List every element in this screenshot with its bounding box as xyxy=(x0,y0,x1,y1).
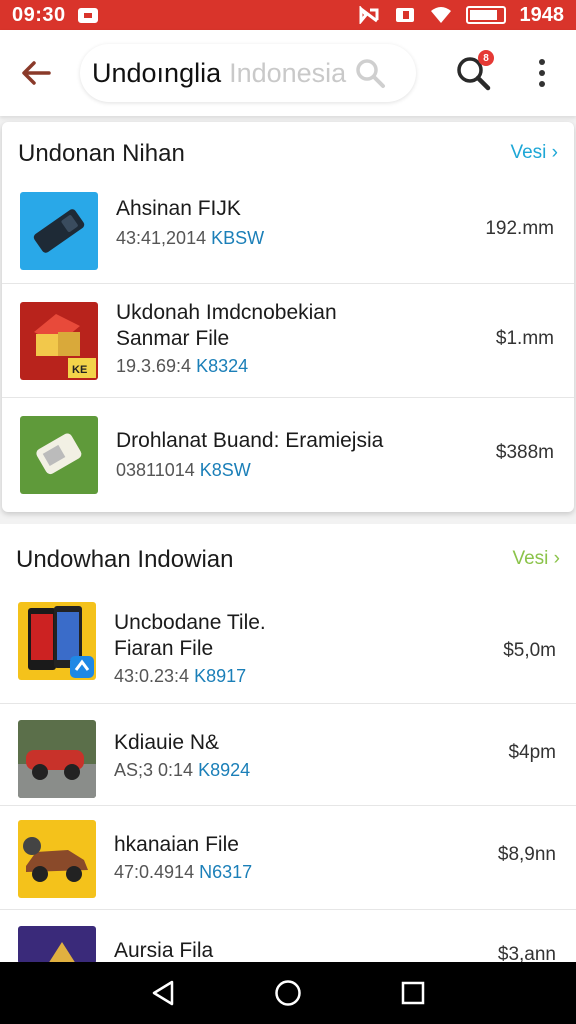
item-size: $8,9nn xyxy=(497,844,556,865)
back-arrow-icon xyxy=(22,61,51,85)
message-icon xyxy=(77,7,98,23)
item-meta: 43:0.23:4 K8917 xyxy=(114,666,247,686)
item-meta: 43:41,2014 KBSW xyxy=(116,228,265,248)
svg-text:KE: KE xyxy=(72,364,87,376)
item-meta: 19.3.69:4 K8324 xyxy=(116,356,249,376)
file-thumbnail xyxy=(20,416,98,494)
list-item[interactable]: Uncbodane Tile. Fiaran File 43:0.23:4 K8… xyxy=(0,582,576,704)
item-meta: 03811014 K8SW xyxy=(116,460,251,480)
nav-recents-button[interactable] xyxy=(393,973,433,1013)
search-query: Undoıngliа xyxy=(92,57,222,88)
item-meta: 47:0.4914 N6317 xyxy=(114,862,253,882)
list-item[interactable]: KE Ukdonah Imdcnobekian Sanmar File 19.3… xyxy=(2,284,574,398)
search-input[interactable]: Undoıngliа Indonesia xyxy=(80,44,416,102)
list-item[interactable]: hkanaian File 47:0.4914 N6317 $8,9nn xyxy=(0,806,576,910)
search-icon xyxy=(354,57,386,89)
search-placeholder: Indonesia xyxy=(229,57,347,88)
file-thumbnail xyxy=(20,192,98,270)
nav-home-button[interactable] xyxy=(268,973,308,1013)
file-thumbnail xyxy=(18,602,96,680)
item-title: hkanaian File xyxy=(114,833,239,856)
section-title: Undowhan Indowian xyxy=(16,546,234,573)
mute-icon xyxy=(359,6,378,24)
notification-badge: 8 xyxy=(478,50,494,66)
back-button[interactable] xyxy=(0,30,72,116)
nav-back-icon xyxy=(152,980,173,1006)
item-size: $4pm xyxy=(508,742,556,763)
app-bar: Undoıngliа Indonesia 8 xyxy=(0,30,576,116)
item-title: Kdiauie N& xyxy=(114,731,220,754)
item-title-line2: Sanmar File xyxy=(116,327,230,350)
section-title: Undonan Nihan xyxy=(18,140,185,167)
item-size: $5,0m xyxy=(503,640,556,661)
section-card-2: Undowhan Indowian Vesi › Uncbodane Tile.… xyxy=(0,524,576,965)
nav-recents-icon xyxy=(402,981,425,1005)
vibrate-icon xyxy=(395,8,414,22)
file-thumbnail xyxy=(18,820,96,898)
view-all-link[interactable]: Vesi › xyxy=(512,548,560,570)
item-title: Drohlanat Buand: Eramiejsia xyxy=(116,429,384,452)
nav-home-icon xyxy=(275,980,301,1006)
section-card-1: Undonan Nihan Vesi › Ahsinan FIJK 43:41,… xyxy=(2,122,574,512)
battery-icon xyxy=(465,6,506,24)
list-item[interactable]: Kdiauie N& AS;3 0:14 K8924 $4pm xyxy=(0,704,576,806)
item-meta: AS;3 0:14 K8924 xyxy=(114,760,251,780)
item-title: Ahsinan FIJK xyxy=(116,197,241,220)
more-vert-icon xyxy=(539,59,545,65)
item-title: Aursia Fila xyxy=(114,939,214,962)
file-thumbnail xyxy=(18,720,96,798)
nav-back-button[interactable] xyxy=(143,973,183,1013)
more-options-button[interactable] xyxy=(524,50,560,96)
status-bar: 09:30 1948 xyxy=(0,0,576,30)
navigation-bar xyxy=(0,962,576,1024)
item-title: Ukdonah Imdcnobekian xyxy=(116,301,337,324)
list-item[interactable]: Ahsinan FIJK 43:41,2014 KBSW 192.mm xyxy=(2,180,574,284)
status-clock-right: 1948 xyxy=(519,3,565,26)
list-item[interactable]: Drohlanat Buand: Eramiejsia 03811014 K8S… xyxy=(2,398,574,512)
item-size: $388m xyxy=(495,442,554,463)
item-title-line2: Fiaran File xyxy=(114,637,214,660)
file-thumbnail xyxy=(18,926,96,964)
wifi-icon xyxy=(430,7,451,23)
file-thumbnail: KE xyxy=(20,302,98,380)
item-size: 192.mm xyxy=(485,218,554,239)
item-title: Uncbodane Tile. xyxy=(114,611,266,634)
list-item[interactable]: Aursia Fila $3,ann xyxy=(0,910,576,965)
view-all-link[interactable]: Vesi › xyxy=(510,142,558,164)
item-size: $1.mm xyxy=(495,328,554,349)
status-time: 09:30 xyxy=(12,3,66,26)
search-button[interactable]: 8 xyxy=(448,48,498,98)
